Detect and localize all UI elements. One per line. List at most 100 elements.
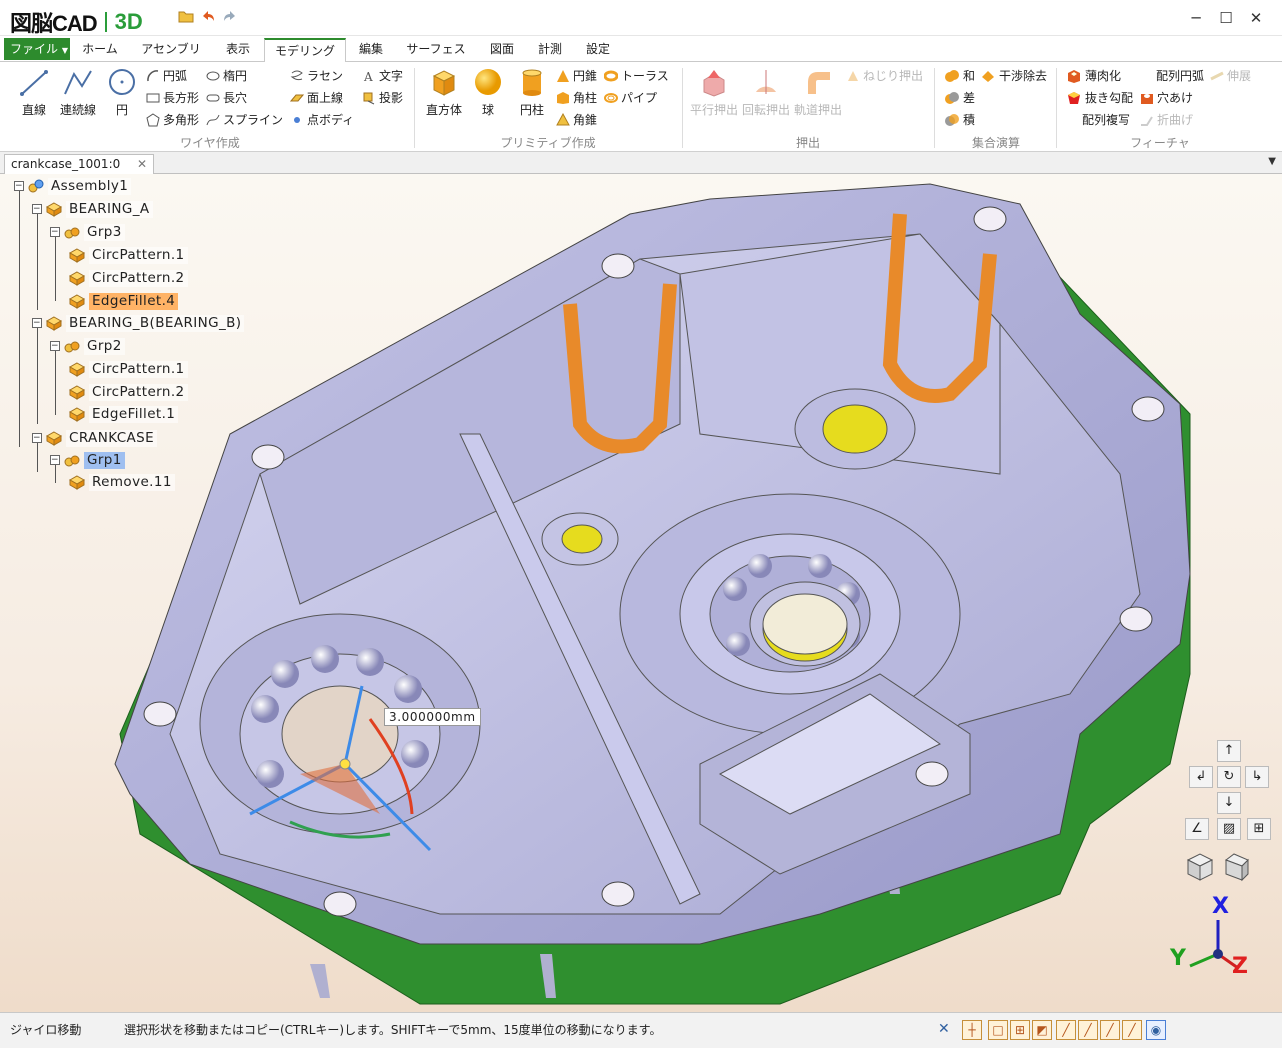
tree-item-grp2[interactable]: − Grp2 (50, 337, 125, 355)
arc-button[interactable]: 円弧 (146, 67, 187, 84)
minimize-button[interactable]: ─ (1184, 8, 1208, 28)
crankcase-model[interactable] (0, 174, 1282, 1012)
undo-icon[interactable] (200, 9, 216, 23)
side-view-icon[interactable] (1220, 850, 1252, 882)
rotate-down-button[interactable]: ↓ (1217, 792, 1241, 814)
snap-center-icon[interactable]: ◉ (1146, 1020, 1166, 1040)
tab-home[interactable]: ホーム (74, 38, 126, 62)
tree-item-bearing-b[interactable]: − BEARING_B(BEARING_B) (32, 314, 245, 332)
ellipse-button[interactable]: 楕円 (206, 67, 247, 84)
collapse-toggle[interactable]: − (32, 433, 42, 443)
sweep-extrude-button[interactable]: 軌道押出 (792, 66, 844, 118)
snap-cross-icon[interactable]: ┼ (962, 1020, 982, 1040)
cone-button[interactable]: 円錐 (556, 67, 597, 84)
tab-surface[interactable]: サーフェス (396, 38, 476, 62)
part-icon (45, 316, 63, 331)
collapse-toggle[interactable]: − (50, 455, 60, 465)
tab-modeling[interactable]: モデリング (264, 38, 346, 63)
collapse-toggle[interactable]: − (14, 181, 24, 191)
iso-view-icon[interactable] (1184, 850, 1216, 882)
collapse-toggle[interactable]: − (50, 341, 60, 351)
tab-drawing[interactable]: 図面 (480, 38, 524, 62)
collapse-toggle[interactable]: − (32, 204, 42, 214)
tree-item-crankcase[interactable]: − CRANKCASE (32, 429, 158, 447)
pipe-button[interactable]: パイプ (604, 89, 657, 106)
subtract-button[interactable]: 差 (944, 89, 975, 106)
collapse-toggle[interactable]: − (32, 318, 42, 328)
redo-icon[interactable] (222, 9, 238, 23)
snap-line-icon[interactable]: ╱ (1100, 1020, 1120, 1040)
close-button[interactable]: ✕ (1244, 8, 1268, 28)
tab-assembly[interactable]: アセンブリ (132, 38, 210, 62)
tree-item-edgefillet[interactable]: EdgeFillet.1 (68, 405, 179, 423)
open-folder-icon[interactable] (178, 9, 194, 23)
rotate-up-button[interactable]: ↑ (1217, 740, 1241, 762)
tab-edit[interactable]: 編集 (350, 38, 392, 62)
hole-button[interactable]: 穴あけ (1140, 89, 1193, 106)
polygon-button[interactable]: 多角形 (146, 111, 199, 128)
fold-button[interactable]: 折曲げ (1140, 111, 1193, 128)
polyline-button[interactable]: 連続線 (56, 66, 100, 118)
prism-button[interactable]: 角柱 (556, 89, 597, 106)
snap-corner-icon[interactable]: ◩ (1032, 1020, 1052, 1040)
twist-extrude-button[interactable]: ねじり押出 (846, 67, 923, 84)
document-tab[interactable]: crankcase_1001:0 ✕ (4, 154, 154, 174)
interference-button[interactable]: 干渉除去 (980, 67, 1047, 84)
unfold-button[interactable]: 伸展 (1210, 67, 1251, 84)
union-button[interactable]: 和 (944, 67, 975, 84)
close-tab-icon[interactable]: ✕ (137, 155, 147, 173)
revolve-extrude-button[interactable]: 回転押出 (740, 66, 792, 118)
fit-view-button[interactable]: ⊞ (1247, 818, 1271, 840)
tab-measure[interactable]: 計測 (528, 38, 572, 62)
tree-item-circpattern[interactable]: CircPattern.1 (68, 360, 188, 378)
tab-settings[interactable]: 設定 (576, 38, 620, 62)
snap-grid-icon[interactable]: ⊞ (1010, 1020, 1030, 1040)
pyramid-button[interactable]: 角錐 (556, 111, 597, 128)
projection-button[interactable]: 投影 (362, 89, 403, 106)
rotate-left-button[interactable]: ↲ (1189, 766, 1213, 788)
tree-item-grp1[interactable]: − Grp1 (50, 451, 125, 469)
tree-item-circpattern[interactable]: CircPattern.2 (68, 383, 188, 401)
tab-view[interactable]: 表示 (216, 38, 260, 62)
torus-button[interactable]: トーラス (604, 67, 669, 84)
tree-item-bearing-a[interactable]: − BEARING_A (32, 200, 153, 218)
snap-midpoint-icon[interactable]: ╱ (1078, 1020, 1098, 1040)
draft-button[interactable]: 抜き勾配 (1066, 89, 1133, 106)
intersect-button[interactable]: 積 (944, 111, 975, 128)
slot-button[interactable]: 長穴 (206, 89, 247, 106)
sphere-button[interactable]: 球 (468, 66, 508, 118)
parallel-extrude-button[interactable]: 平行押出 (688, 66, 740, 118)
point-body-button[interactable]: 点ボディ (290, 111, 354, 128)
rectangle-button[interactable]: 長方形 (146, 89, 199, 106)
line-button[interactable]: 直線 (14, 66, 54, 118)
tree-item-edgefillet[interactable]: EdgeFillet.4 (68, 292, 179, 310)
angle-view-button[interactable]: ∠ (1185, 818, 1209, 840)
hatch-view-button[interactable]: ▨ (1217, 818, 1241, 840)
rotate-view-button[interactable]: ↻ (1217, 766, 1241, 788)
3d-viewport[interactable]: 3.000000mm − Assembly1 − BEARING_A − Grp… (0, 174, 1282, 1012)
text-button[interactable]: A 文字 (362, 67, 403, 84)
box-button[interactable]: 直方体 (424, 66, 464, 118)
snap-endpoint-icon[interactable]: ╱ (1056, 1020, 1076, 1040)
rotate-right-button[interactable]: ↳ (1245, 766, 1269, 788)
shell-button[interactable]: 薄肉化 (1066, 67, 1121, 84)
pattern-arc-button[interactable]: 配列円弧 (1156, 67, 1204, 84)
snap-square-icon[interactable]: □ (988, 1020, 1008, 1040)
tree-item-remove[interactable]: Remove.11 (68, 473, 175, 491)
surface-line-button[interactable]: 面上線 (290, 89, 343, 106)
cylinder-button[interactable]: 円柱 (512, 66, 552, 118)
snap-tangent-icon[interactable]: ╱ (1122, 1020, 1142, 1040)
maximize-button[interactable]: ☐ (1214, 8, 1238, 28)
pattern-copy-button[interactable]: 配列複写 (1082, 111, 1130, 128)
helix-button[interactable]: ラセン (290, 67, 343, 84)
tree-item-circpattern[interactable]: CircPattern.1 (68, 246, 188, 264)
tree-item-grp3[interactable]: − Grp3 (50, 223, 125, 241)
snap-off-icon[interactable]: ✕ (938, 1021, 950, 1037)
tree-item-circpattern[interactable]: CircPattern.2 (68, 269, 188, 287)
spline-button[interactable]: スプライン (206, 111, 283, 128)
tab-list-icon[interactable]: ▼ (1268, 156, 1276, 167)
collapse-toggle[interactable]: − (50, 227, 60, 237)
file-menu[interactable]: ファイル ▼ (4, 38, 70, 60)
tree-item-assembly[interactable]: − Assembly1 (14, 177, 132, 195)
circle-button[interactable]: 円 (102, 66, 142, 118)
